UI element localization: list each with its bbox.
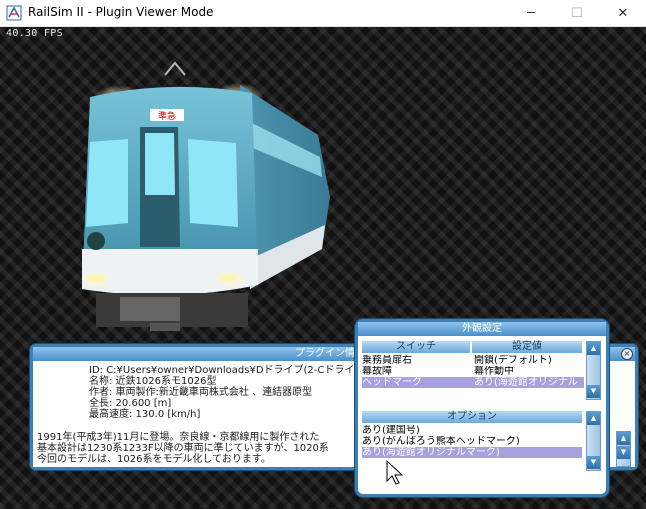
switch-row-name[interactable]: 幕故障 [362, 366, 472, 377]
switch-scrollbar[interactable]: ▲ ▼ [586, 341, 601, 400]
scroll-up-icon[interactable]: ▲ [587, 342, 600, 355]
switch-row-value[interactable]: 開鎖(デフォルト) [474, 355, 582, 366]
title-bar: RailSim II - Plugin Viewer Mode ─ ☐ ✕ [0, 0, 646, 27]
plugin-description-1: 1991年(平成3年)11月に登場。奈良線・京都線用に製作された [37, 432, 320, 443]
switch-row-value-selected[interactable]: あり(海遊館オリジナル [472, 377, 584, 388]
destination-sign: 準急 [158, 110, 176, 122]
plugin-name: 名称: 近鉄1026系モ1026型 [89, 376, 217, 387]
scroll-up-icon[interactable]: ▲ [587, 412, 600, 425]
scroll-up-icon[interactable]: ▲ [617, 432, 630, 445]
switch-row-name-selected[interactable]: ヘッドマーク [362, 377, 472, 388]
maximize-button[interactable]: ☐ [554, 0, 600, 26]
appearance-title: 外観設定 [358, 322, 606, 336]
plugin-description-2: 基本設計は1230系1233F以降の車両に準じていますが、1020系 [37, 443, 329, 454]
scroll-down-icon[interactable]: ▼ [587, 385, 600, 398]
switch-row-value[interactable]: 幕作動中 [474, 366, 582, 377]
value-column-header: 設定値 [472, 341, 582, 353]
close-button[interactable]: ✕ [600, 0, 646, 26]
close-icon[interactable]: × [621, 348, 633, 360]
minimize-button[interactable]: ─ [508, 0, 554, 26]
plugin-author: 作者: 車両製作:新近畿車両株式会社 、連結器原型 [89, 387, 313, 398]
option-item[interactable]: あり(がんばろう熊本ヘッドマーク) [362, 436, 582, 447]
switch-row-name[interactable]: 乗務員扉右 [362, 355, 472, 366]
viewer-viewport[interactable]: 40.30 FPS 準急 プラグイン情 × ID: C:¥Users¥owner… [0, 27, 646, 509]
options-header: オプション [362, 411, 582, 423]
scroll-down-icon[interactable]: ▼ [587, 456, 600, 469]
plugin-id: ID: C:¥Users¥owner¥Downloads¥Dドライブ(2-Cドラ… [89, 365, 355, 376]
info-scrollbar[interactable]: ▲ ▼ [616, 431, 631, 467]
window-title: RailSim II - Plugin Viewer Mode [28, 5, 214, 19]
option-item-selected[interactable]: あり(海遊館オリジナルマーク) [362, 447, 582, 458]
plugin-length: 全長: 20.600 [m] [89, 398, 172, 409]
mouse-cursor-icon [386, 459, 404, 485]
switch-column-header: スイッチ [362, 341, 470, 353]
scroll-down-icon[interactable]: ▼ [617, 446, 630, 459]
plugin-info-title: プラグイン情 [295, 348, 355, 359]
plugin-description-3: 今回のモデルは、1026系をモデル化しております。 [37, 454, 271, 465]
option-item[interactable]: あり(建国号) [362, 425, 582, 436]
options-scrollbar[interactable]: ▲ ▼ [586, 411, 601, 471]
plugin-max-speed: 最高速度: 130.0 [km/h] [89, 409, 201, 420]
railsim-logo-icon [6, 5, 22, 21]
